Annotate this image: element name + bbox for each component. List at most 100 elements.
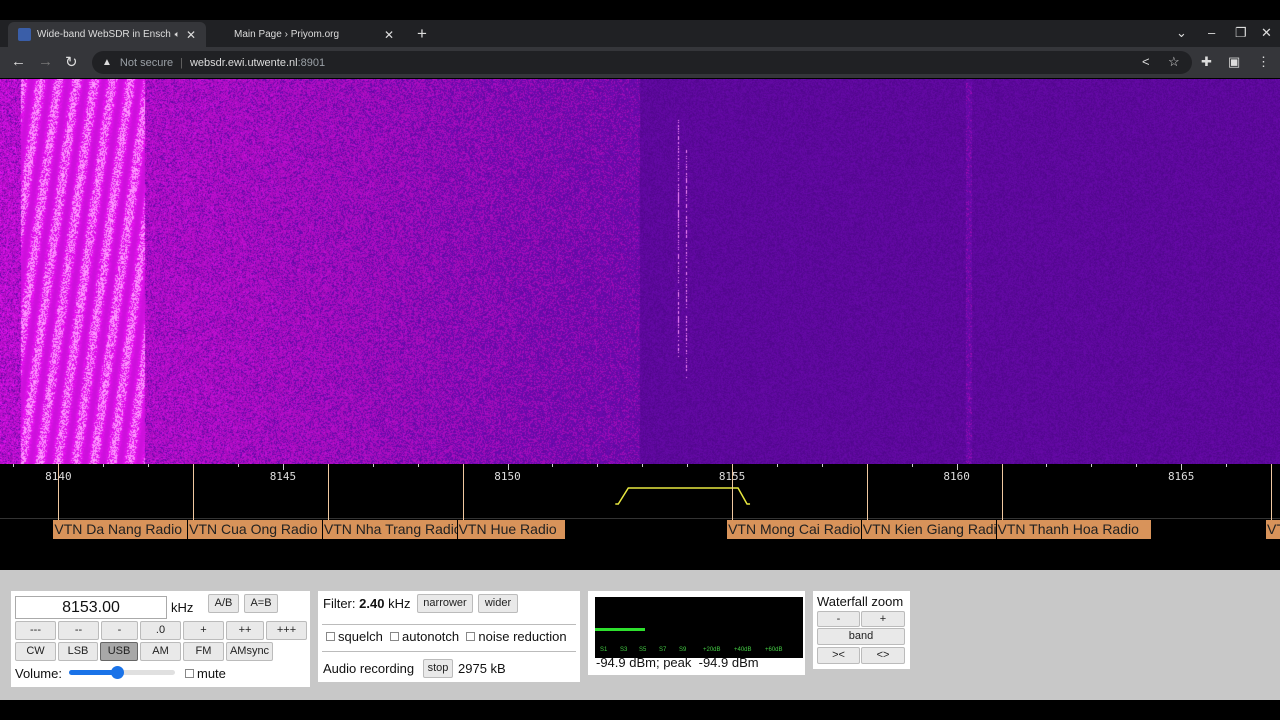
zoom-title: Waterfall zoom — [817, 594, 904, 609]
s-meter: S1 S3 S5 S7 S9 +20dB +40dB +60dB — [595, 597, 803, 658]
divider — [322, 651, 576, 652]
checkbox-icon[interactable] — [185, 669, 194, 678]
zoom-wide-button[interactable]: <> — [861, 647, 905, 664]
mode-button-lsb[interactable]: LSB — [58, 642, 98, 661]
extensions-icon[interactable]: ✚ — [1201, 54, 1212, 70]
bottom-bezel — [0, 700, 1280, 720]
volume-slider[interactable] — [69, 666, 175, 679]
frequency-input[interactable]: 8153.00 — [15, 596, 167, 619]
tab-websdr[interactable]: Wide-band WebSDR in Ensch 🔈︎ ✕ — [8, 22, 206, 47]
volume-knob[interactable] — [110, 666, 124, 679]
tune-step-button[interactable]: +++ — [266, 621, 307, 640]
minimize-icon[interactable]: – — [1208, 25, 1215, 40]
reload-icon[interactable]: ↻ — [65, 53, 78, 71]
tune-step-button[interactable]: + — [183, 621, 224, 640]
noise-reduction-checkbox[interactable]: noise reduction — [466, 629, 567, 644]
recording-label: Audio recording — [323, 661, 415, 676]
ab-button[interactable]: A/B — [208, 594, 239, 613]
scale-tick-label: 8150 — [494, 470, 521, 483]
mute-label: mute — [197, 666, 226, 681]
security-label[interactable]: Not secure — [120, 57, 173, 69]
narrower-button[interactable]: narrower — [417, 594, 473, 613]
tab-priyom[interactable]: Main Page › Priyom.org ✕ — [224, 22, 404, 47]
tab-search-chevron-icon[interactable]: ⌄ — [1176, 25, 1187, 41]
zoom-narrow-button[interactable]: >< — [817, 647, 860, 664]
smeter-scale-label: +40dB — [734, 647, 752, 653]
scale-tick — [103, 464, 105, 467]
station-marker-line — [1001, 464, 1003, 520]
a-equals-b-button[interactable]: A=B — [244, 594, 278, 613]
forward-icon[interactable]: → — [38, 53, 53, 70]
station-label[interactable]: VTN Nha Trang Radio — [322, 520, 457, 539]
filter-label: Filter: — [323, 596, 356, 611]
restore-icon[interactable]: ❐ — [1235, 25, 1247, 41]
back-icon[interactable]: ← — [11, 53, 26, 70]
scale-tick — [238, 464, 240, 467]
checkbox-icon[interactable] — [326, 632, 335, 641]
signal-readout: -94.9 dBm; peak -94.9 dBm — [596, 655, 759, 670]
tab-title: Main Page › Priyom.org — [234, 29, 340, 40]
zoom-in-button[interactable]: + — [861, 611, 905, 627]
mode-button-fm[interactable]: FM — [183, 642, 224, 661]
close-tab-icon[interactable]: ✕ — [384, 28, 394, 42]
scale-tick — [13, 464, 15, 467]
tune-step-button[interactable]: ++ — [226, 621, 264, 640]
scale-tick-label: 8165 — [1167, 470, 1195, 483]
websdr-favicon-icon — [18, 28, 31, 41]
menu-icon[interactable]: ⋮ — [1257, 54, 1270, 70]
tune-step-button[interactable]: -- — [58, 621, 99, 640]
passband-indicator[interactable] — [0, 464, 1280, 518]
mode-button-amsync[interactable]: AMsync — [226, 642, 273, 661]
tune-step-button[interactable]: --- — [15, 621, 56, 640]
filter-value: 2.40 — [359, 596, 385, 611]
url-field[interactable]: ▲ Not secure | websdr.ewi.utwente.nl :89… — [92, 51, 1192, 74]
tab-strip: Wide-band WebSDR in Ensch 🔈︎ ✕ Main Page… — [0, 20, 1280, 47]
station-marker-line — [327, 464, 329, 520]
control-panel: 8153.00 kHz A/B A=B --- -- - .0 + ++ +++ CW LSB… — [0, 570, 1280, 700]
mode-button-usb[interactable]: USB — [100, 642, 138, 661]
speaker-icon[interactable]: 🔈︎ — [175, 29, 180, 40]
scale-tick — [1226, 464, 1228, 467]
side-panel-icon[interactable]: ▣ — [1228, 54, 1240, 70]
station-label[interactable]: VTN Da Nang Radio — [53, 520, 188, 539]
frequency-scale[interactable]: 814081458150815581608165VTN Da Nang Radi… — [0, 464, 1280, 570]
station-label[interactable]: VTN Hue Radio — [457, 520, 565, 539]
new-tab-icon[interactable]: + — [417, 24, 427, 44]
mode-button-am[interactable]: AM — [140, 642, 181, 661]
wider-button[interactable]: wider — [478, 594, 518, 613]
close-tab-icon[interactable]: ✕ — [186, 28, 196, 42]
zoom-out-button[interactable]: - — [817, 611, 860, 627]
zoom-band-button[interactable]: band — [817, 628, 905, 645]
station-label[interactable]: VTN Kien Giang Radio — [861, 520, 996, 539]
tune-step-button[interactable]: - — [101, 621, 138, 640]
signal-level-bar — [595, 628, 645, 631]
volume-fill — [69, 670, 117, 675]
mute-checkbox[interactable]: mute — [185, 666, 226, 681]
scale-tick — [148, 464, 150, 467]
tune-step-button[interactable]: .0 — [140, 621, 181, 640]
checkbox-icon[interactable] — [390, 632, 400, 641]
address-bar-row: ← → ↻ ▲ Not secure | websdr.ewi.utwente.… — [0, 47, 1280, 78]
waterfall-display[interactable] — [0, 79, 1280, 464]
autonotch-checkbox[interactable]: autonotch — [390, 629, 459, 644]
tab-title: Wide-band WebSDR in Ensch — [37, 29, 171, 40]
station-label[interactable]: VTN — [1266, 520, 1280, 539]
station-label[interactable]: VTN Cua Ong Radio — [188, 520, 322, 539]
scale-tick — [911, 464, 913, 467]
share-icon[interactable]: < — [1142, 54, 1150, 69]
station-label[interactable]: VTN Mong Cai Radio — [727, 520, 861, 539]
waterfall-zoom-box: Waterfall zoom - + band >< <> — [813, 591, 910, 669]
squelch-checkbox[interactable]: squelch — [326, 629, 383, 644]
divider: | — [180, 56, 183, 69]
volume-label: Volume: — [15, 666, 62, 681]
recording-size: 2975 kB — [458, 661, 506, 676]
bookmark-star-icon[interactable]: ☆ — [1168, 54, 1180, 70]
mode-button-cw[interactable]: CW — [15, 642, 56, 661]
scale-tick — [1136, 464, 1138, 467]
close-window-icon[interactable]: ✕ — [1261, 25, 1272, 41]
checkbox-icon[interactable] — [466, 632, 476, 641]
passband-shape[interactable] — [615, 487, 751, 505]
scale-tick — [1046, 464, 1048, 467]
stop-recording-button[interactable]: stop — [423, 659, 453, 678]
station-label[interactable]: VTN Thanh Hoa Radio — [996, 520, 1151, 539]
